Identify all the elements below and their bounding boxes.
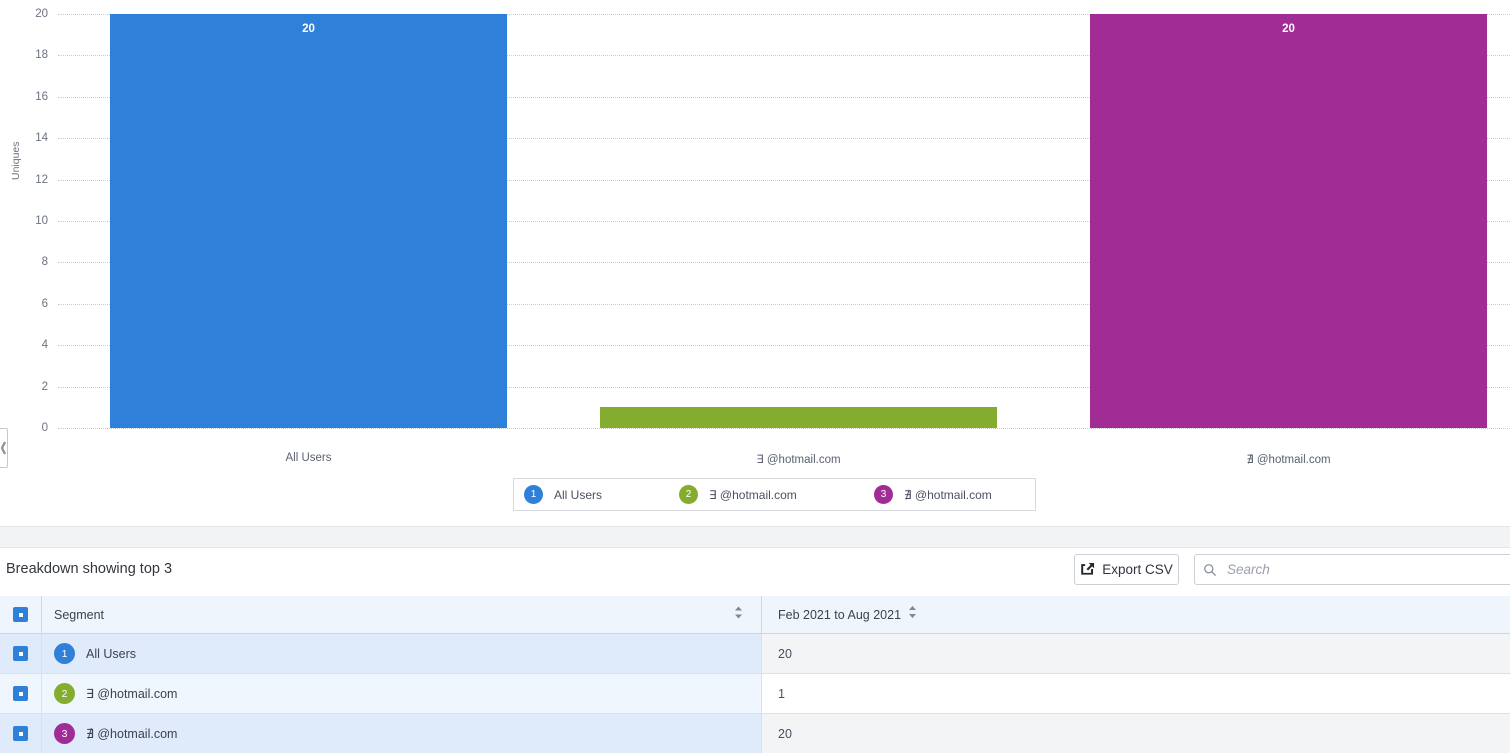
row-value-cell: 1 [762, 674, 1510, 713]
legend-item-all-users[interactable]: 1 All Users [514, 479, 679, 510]
row-value-label: 20 [778, 646, 792, 661]
select-all-cell[interactable] [0, 596, 42, 633]
panel-collapse-handle[interactable] [0, 428, 8, 468]
bar-value-label: 20 [302, 23, 315, 35]
table-row[interactable]: 2 ∃ @hotmail.com 1 [0, 674, 1510, 714]
legend-item-exists-hotmail[interactable]: 2 ∃ @hotmail.com [679, 479, 874, 510]
y-axis-tick: 2 [41, 380, 48, 393]
export-csv-button[interactable]: Export CSV [1074, 554, 1179, 585]
row-checkbox[interactable] [13, 686, 28, 701]
row-segment-label: ∃ @hotmail.com [86, 687, 178, 701]
bar-all-users[interactable]: 20 [110, 14, 507, 428]
y-axis-tick: 8 [41, 256, 48, 269]
row-checkbox[interactable] [13, 726, 28, 741]
x-axis-label-exists-hotmail: ∃ @hotmail.com [756, 454, 841, 466]
search-box[interactable] [1194, 554, 1510, 585]
y-axis-tick: 14 [35, 132, 48, 145]
row-segment-cell: 2 ∃ @hotmail.com [42, 674, 762, 713]
row-select-cell[interactable] [0, 714, 42, 753]
chart-plot-area: 20 18 16 14 12 10 8 6 4 2 0 20 20 All Users ∃ @hot… [35, 8, 1510, 466]
bar-not-exists-hotmail[interactable]: 20 [1090, 14, 1487, 428]
row-value-label: 1 [778, 686, 785, 701]
breakdown-table: Segment Feb 2021 to Aug 2021 1 All Users… [0, 596, 1510, 753]
y-axis-tick: 4 [41, 339, 48, 352]
header-cell-segment[interactable]: Segment [42, 596, 762, 633]
sort-segment-icon[interactable] [734, 605, 743, 624]
row-select-cell[interactable] [0, 674, 42, 713]
export-csv-label: Export CSV [1102, 562, 1173, 577]
legend-badge: 1 [524, 485, 543, 504]
row-value-cell: 20 [762, 634, 1510, 673]
chart-section: Uniques 20 18 16 14 12 10 8 6 4 2 0 20 20 All User… [0, 0, 1510, 524]
select-all-checkbox[interactable] [13, 607, 28, 622]
breakdown-title: Breakdown showing top 3 [6, 561, 173, 577]
x-axis-label-all-users: All Users [285, 452, 332, 464]
gridline [58, 428, 1510, 429]
row-segment-label: ∄ @hotmail.com [86, 727, 178, 741]
x-axis-label-not-exists-hotmail: ∄ @hotmail.com [1246, 454, 1331, 466]
legend-label: ∄ @hotmail.com [904, 487, 992, 502]
sort-period-icon[interactable] [908, 605, 917, 624]
legend-label: All Users [554, 487, 603, 502]
chart-legend: 1 All Users 2 ∃ @hotmail.com 3 ∄ @hotmai… [513, 478, 1036, 511]
legend-label: ∃ @hotmail.com [709, 487, 797, 502]
table-row[interactable]: 3 ∄ @hotmail.com 20 [0, 714, 1510, 753]
section-divider [0, 526, 1510, 548]
y-axis-tick: 6 [41, 297, 48, 310]
row-checkbox[interactable] [13, 646, 28, 661]
row-badge: 1 [54, 643, 75, 664]
y-axis-tick: 18 [35, 49, 48, 62]
y-axis-tick: 12 [35, 173, 48, 186]
legend-badge: 2 [679, 485, 698, 504]
bar-value-label: 20 [1282, 23, 1295, 35]
y-axis-tick: 0 [41, 422, 48, 434]
row-segment-cell: 1 All Users [42, 634, 762, 673]
table-row[interactable]: 1 All Users 20 [0, 634, 1510, 674]
legend-badge: 3 [874, 485, 893, 504]
row-badge: 2 [54, 683, 75, 704]
row-select-cell[interactable] [0, 634, 42, 673]
row-value-cell: 20 [762, 714, 1510, 753]
chevron-left-icon [0, 441, 6, 455]
analytics-breakdown-page: Uniques 20 18 16 14 12 10 8 6 4 2 0 20 20 All User… [0, 0, 1510, 753]
external-link-icon [1081, 562, 1095, 575]
bar-exists-hotmail[interactable] [600, 407, 997, 428]
search-icon [1204, 563, 1217, 576]
y-axis-tick: 16 [35, 90, 48, 103]
row-badge: 3 [54, 723, 75, 744]
header-cell-period[interactable]: Feb 2021 to Aug 2021 [762, 596, 1510, 633]
search-input[interactable] [1225, 561, 1505, 578]
legend-item-not-exists-hotmail[interactable]: 3 ∄ @hotmail.com [874, 479, 1034, 510]
table-header-row: Segment Feb 2021 to Aug 2021 [0, 596, 1510, 634]
header-label-period: Feb 2021 to Aug 2021 [778, 607, 902, 622]
row-segment-label: All Users [86, 646, 137, 661]
y-axis-tick: 10 [35, 215, 48, 227]
row-value-label: 20 [778, 726, 792, 741]
y-axis-tick: 20 [35, 8, 48, 20]
row-segment-cell: 3 ∄ @hotmail.com [42, 714, 762, 753]
header-label-segment: Segment [54, 607, 105, 622]
